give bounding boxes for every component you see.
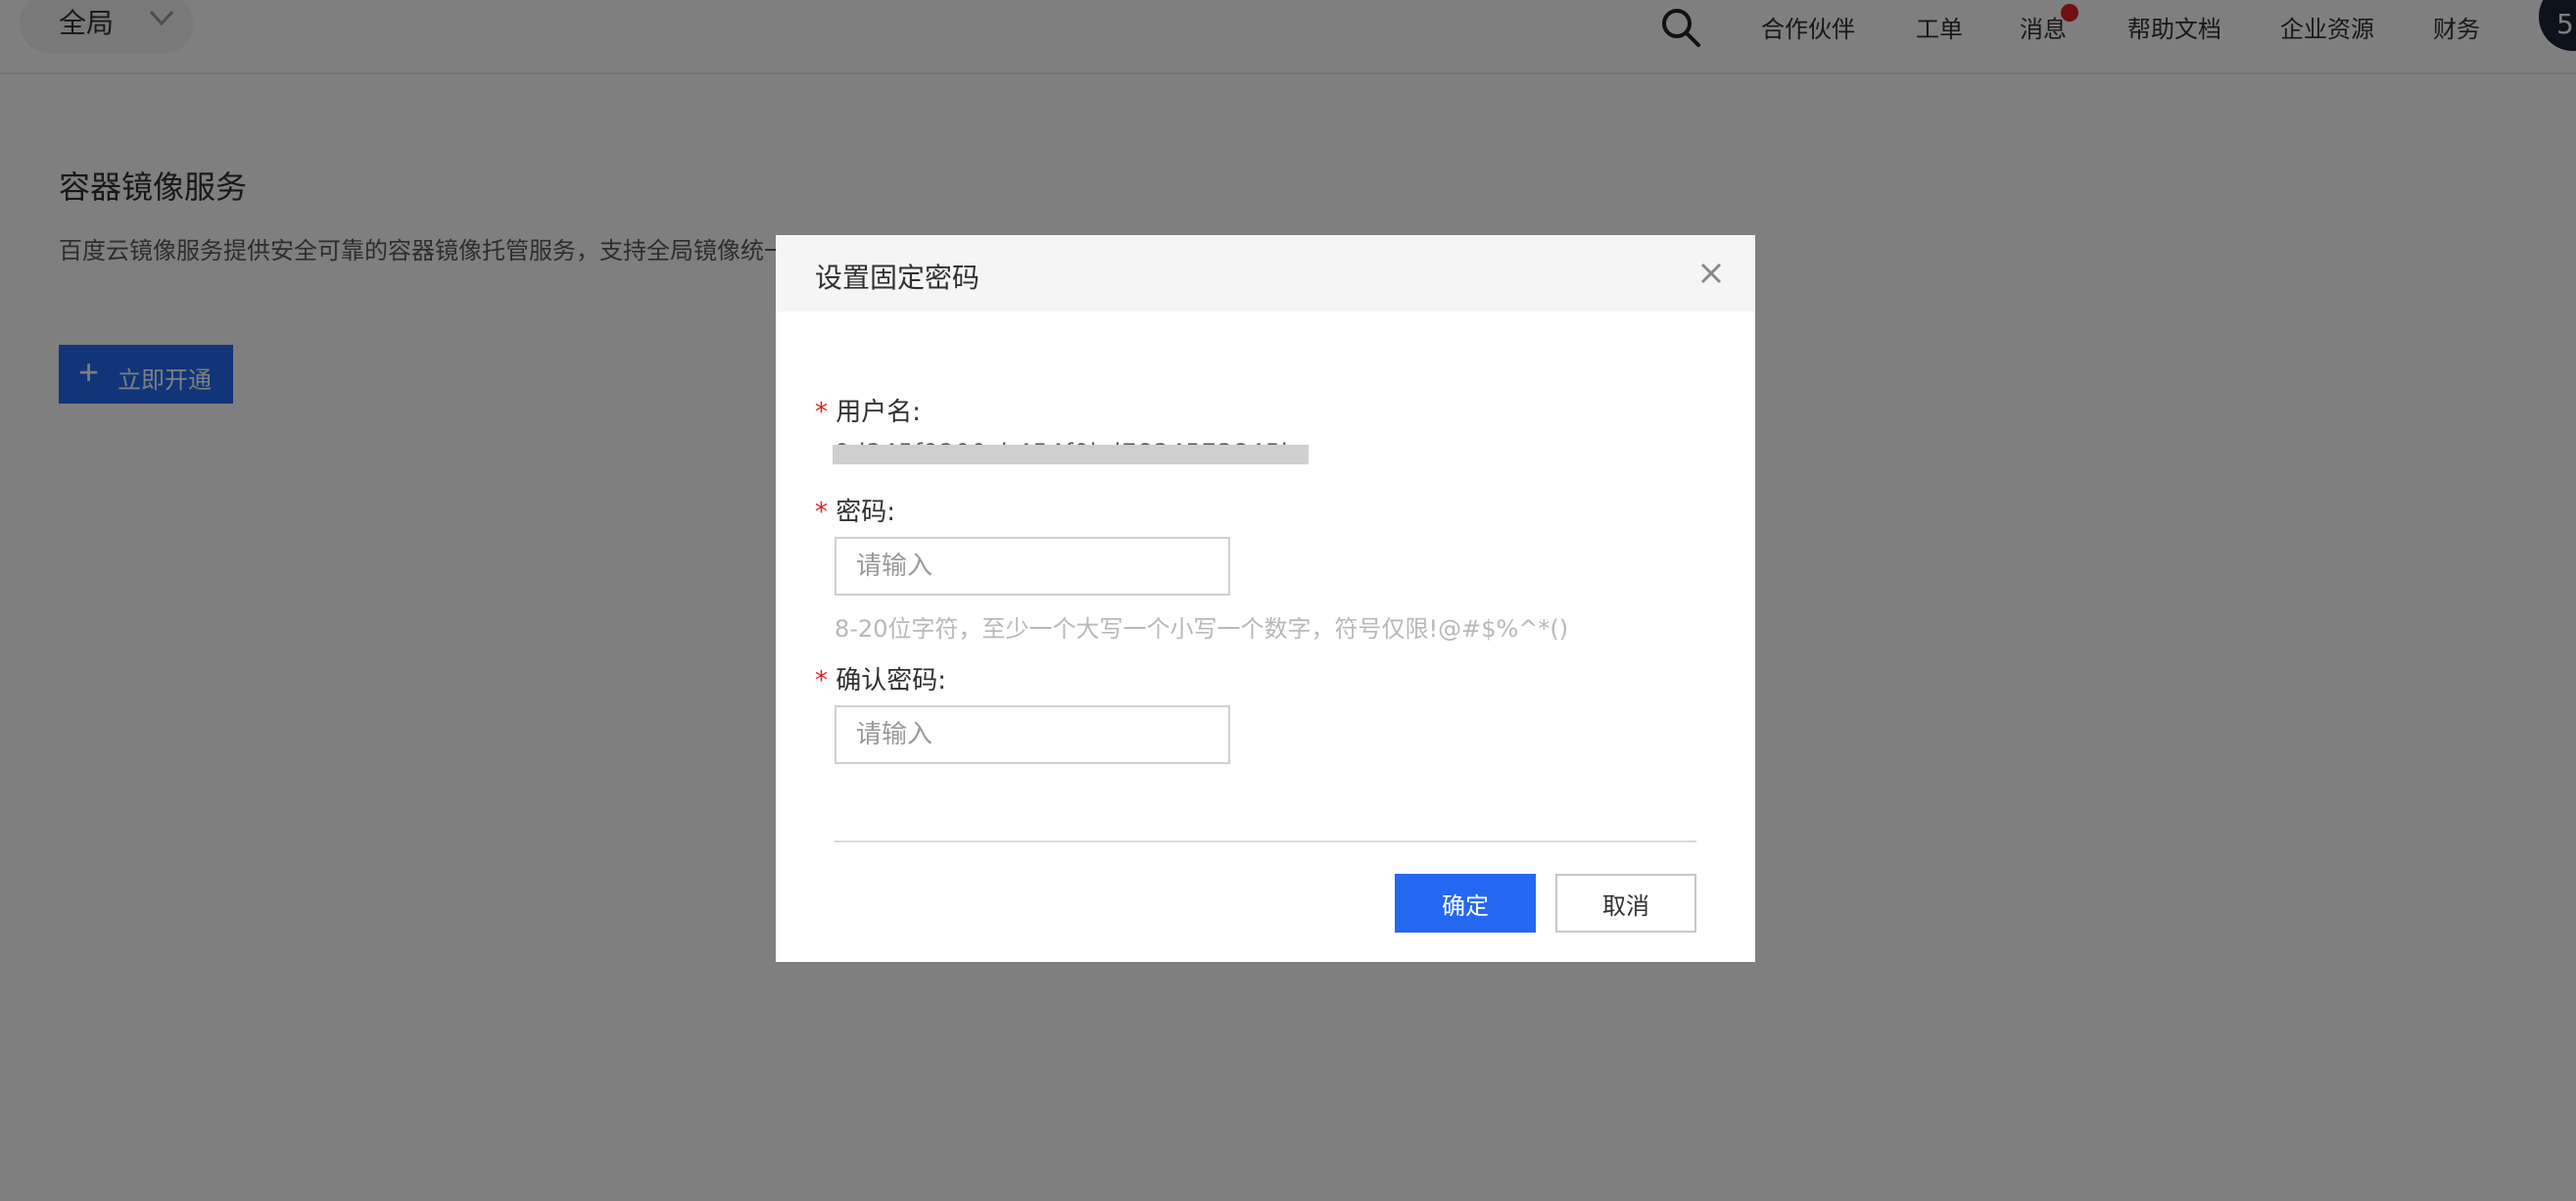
confirm-password-input[interactable] xyxy=(835,705,1230,764)
set-password-dialog: 设置固定密码 * 用户名: 0d345f9200cb454f0bd7834573… xyxy=(776,235,1755,962)
required-mark: * xyxy=(815,666,828,696)
required-mark: * xyxy=(815,498,828,527)
close-icon[interactable] xyxy=(1696,259,1726,288)
ok-button[interactable]: 确定 xyxy=(1395,874,1536,933)
confirm-password-label: * 确认密码: xyxy=(815,660,946,697)
password-label-text: 密码: xyxy=(835,498,896,527)
dialog-divider xyxy=(835,841,1696,842)
password-input[interactable] xyxy=(835,537,1230,596)
confirm-password-label-text: 确认密码: xyxy=(835,666,947,696)
username-label: * 用户名: xyxy=(815,392,921,428)
required-mark: * xyxy=(815,398,828,427)
username-label-text: 用户名: xyxy=(835,398,922,427)
username-redaction xyxy=(833,445,1309,464)
dialog-title: 设置固定密码 xyxy=(815,262,980,294)
dialog-header: 设置固定密码 xyxy=(776,235,1755,312)
password-label: * 密码: xyxy=(815,492,895,528)
cancel-button[interactable]: 取消 xyxy=(1555,874,1696,933)
password-hint: 8-20位字符，至少一个大写一个小写一个数字，符号仅限!@#$%^*() xyxy=(835,615,1569,643)
